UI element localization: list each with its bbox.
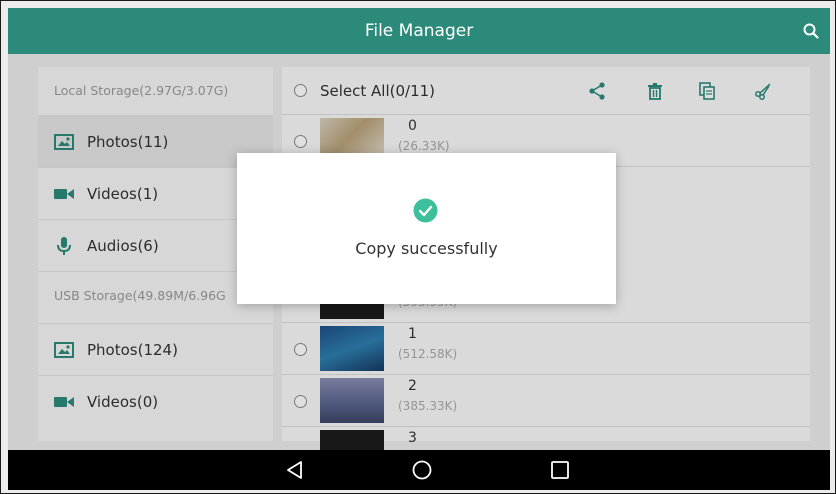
page-title: File Manager (364, 21, 474, 41)
dialog-message: Copy successfully (355, 239, 498, 258)
recents-icon[interactable] (549, 459, 571, 481)
copy-success-dialog: Copy successfully (237, 153, 616, 304)
title-bar: File Manager (8, 8, 830, 54)
screen-frame: File Manager Local Storage(2.97G/3.07G) … (0, 0, 836, 494)
home-icon[interactable] (411, 459, 433, 481)
check-circle-icon (413, 198, 438, 223)
android-nav-bar (8, 450, 830, 490)
search-icon[interactable] (802, 22, 820, 40)
back-icon[interactable] (284, 459, 306, 481)
